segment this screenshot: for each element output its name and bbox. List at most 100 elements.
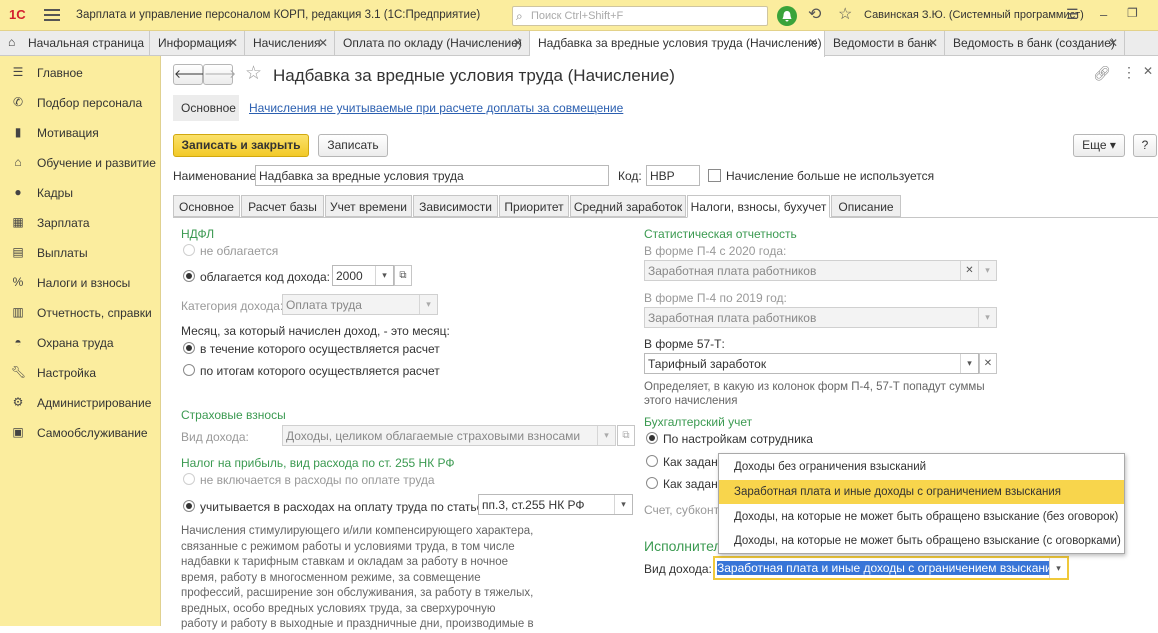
sidebar-item-settings[interactable]: 🔧︎ Настройка (0, 361, 161, 385)
month-opt2-radio[interactable] (183, 364, 195, 376)
sidebar-item-admin[interactable]: ⚙ Администрирование (0, 391, 161, 415)
tab-bank-statements[interactable]: Ведомости в банк ✕ (825, 31, 945, 56)
clear-icon[interactable]: ✕ (979, 353, 997, 374)
notifications-bell-icon[interactable] (777, 6, 797, 26)
maximize-icon[interactable]: ❐ (1127, 6, 1138, 20)
dropdown-arrow-icon[interactable]: ▾ (1049, 558, 1067, 578)
form-tab-time[interactable]: Учет времени (325, 195, 412, 217)
dropdown-arrow-icon[interactable]: ▾ (960, 354, 978, 373)
dropdown-arrow-icon[interactable]: ▾ (375, 266, 393, 285)
history-icon[interactable]: ⟲ (808, 4, 821, 24)
close-icon[interactable]: ✕ (808, 36, 818, 50)
dropdown-arrow-icon[interactable]: ▾ (978, 308, 996, 327)
income-category-field[interactable]: Оплата труда ▾ (282, 294, 438, 315)
sidebar-item-motivation[interactable]: ▮ Мотивация (0, 121, 161, 145)
tab-hazard-allowance[interactable]: Надбавка за вредные условия труда (Начис… (530, 31, 825, 57)
sidebar-item-label: Настройка (37, 366, 97, 380)
p4-2019-label: В форме П-4 по 2019 год: (644, 291, 787, 305)
close-icon[interactable]: ✕ (228, 36, 238, 50)
dropdown-arrow-icon[interactable]: ▾ (614, 495, 632, 514)
sidebar-item-safety[interactable]: ◓ Охрана труда (0, 331, 161, 355)
form-tab-main[interactable]: Основное (173, 195, 240, 217)
favorite-star-icon[interactable]: ☆ (245, 62, 262, 85)
minimize-icon[interactable]: – (1100, 7, 1107, 22)
description-line: вредных, особо вредных условиях труда, з… (181, 602, 496, 615)
subnav-link-accruals-not-considered[interactable]: Начисления не учитываемые при расчете до… (249, 101, 623, 115)
percent-icon: % (12, 275, 24, 289)
sidebar-item-reports[interactable]: ▥ Отчетность, справки (0, 301, 161, 325)
more-button[interactable]: Еще ▾ (1073, 134, 1125, 157)
subnav-main[interactable]: Основное (173, 95, 239, 121)
hamburger-menu-icon[interactable] (44, 6, 60, 24)
sidebar-item-payments[interactable]: ▤ Выплаты (0, 241, 161, 265)
form-tab-average-earnings[interactable]: Средний заработок (570, 195, 686, 217)
accounting-opt2-radio[interactable] (646, 455, 658, 467)
sidebar-item-hr[interactable]: ● Кадры (0, 181, 161, 205)
f57-field[interactable]: Тарифный заработок ▾ (644, 353, 979, 374)
income-code-field[interactable]: 2000 ▾ (332, 265, 394, 286)
help-button[interactable]: ? (1133, 134, 1157, 157)
close-form-icon[interactable]: ✕ (1143, 64, 1153, 78)
favorites-star-icon[interactable]: ☆ (838, 4, 852, 24)
wrench-icon: 🔧︎ (11, 365, 27, 379)
tab-bank-statement-create[interactable]: Ведомость в банк (создание) ✕ (945, 31, 1125, 56)
sidebar-item-education[interactable]: ⌂ Обучение и развитие (0, 151, 161, 175)
tab-home[interactable]: ⌂ Начальная страница (0, 31, 150, 56)
ndfl-not-taxed-label: не облагается (200, 244, 279, 258)
open-icon[interactable]: ⧉ (394, 265, 412, 286)
dropdown-option[interactable]: Доходы, на которые не может быть обращен… (719, 529, 1124, 553)
executive-kind-field[interactable]: Заработная плата и иные доходы с огранич… (713, 556, 1069, 580)
form-tab-base[interactable]: Расчет базы (241, 195, 324, 217)
f57-value: Тарифный заработок (648, 357, 767, 371)
tab-salary-accrual[interactable]: Оплата по окладу (Начисление) ✕ (335, 31, 530, 56)
back-button[interactable]: 🡐 (173, 64, 206, 85)
ndfl-not-taxed-radio[interactable] (183, 244, 195, 256)
sidebar-item-main[interactable]: ☰ Главное (0, 61, 161, 85)
open-icon[interactable]: ⧉ (617, 425, 635, 446)
article-field[interactable]: пп.3, ст.255 НК РФ ▾ (478, 494, 633, 515)
form-tab-priority[interactable]: Приоритет (499, 195, 569, 217)
form-tab-dependencies[interactable]: Зависимости (413, 195, 498, 217)
accounting-opt3-radio[interactable] (646, 477, 658, 489)
dropdown-arrow-icon[interactable]: ▾ (978, 261, 996, 280)
accounting-opt1-radio[interactable] (646, 432, 658, 444)
profit-tax-opt1-radio[interactable] (183, 473, 195, 485)
name-input[interactable]: Надбавка за вредные условия труда (255, 165, 609, 186)
sidebar-item-self-service[interactable]: ▣ Самообслуживание (0, 421, 161, 445)
dropdown-option-selected[interactable]: Заработная плата и иные доходы с огранич… (719, 480, 1124, 504)
link-icon[interactable]: 🔗︎ (1093, 65, 1111, 82)
current-user[interactable]: Савинская З.Ю. (Системный программист) (864, 9, 1084, 21)
code-input[interactable]: НВР (646, 165, 700, 186)
save-and-close-button[interactable]: Записать и закрыть (173, 134, 309, 157)
sidebar-item-salary[interactable]: ▦ Зарплата (0, 211, 161, 235)
profit-tax-opt2-radio[interactable] (183, 500, 195, 512)
sidebar-item-taxes[interactable]: % Налоги и взносы (0, 271, 161, 295)
insurance-kind-field[interactable]: Доходы, целиком облагаемые страховыми вз… (282, 425, 616, 446)
dropdown-arrow-icon[interactable]: ▾ (419, 295, 437, 314)
dropdown-arrow-icon[interactable]: ▾ (597, 426, 615, 445)
p4-2020-field[interactable]: Заработная плата работников ✕ ▾ (644, 260, 997, 281)
global-search-input[interactable]: ⌕ Поиск Ctrl+Shift+F (512, 6, 768, 26)
ndfl-taxed-radio[interactable] (183, 270, 195, 282)
tab-accruals[interactable]: Начисления ✕ (245, 31, 335, 56)
forward-button[interactable]: 🡒 (203, 64, 236, 85)
close-icon[interactable]: ✕ (1108, 36, 1118, 50)
p4-2020-value: Заработная плата работников (648, 264, 817, 278)
close-icon[interactable]: ✕ (928, 36, 938, 50)
unused-checkbox[interactable] (708, 169, 721, 182)
more-vertical-icon[interactable]: ⋮ (1122, 64, 1136, 81)
form-tab-taxes[interactable]: Налоги, взносы, бухучет (687, 195, 830, 218)
form-tab-description[interactable]: Описание (831, 195, 901, 217)
close-icon[interactable]: ✕ (513, 36, 523, 50)
close-icon[interactable]: ✕ (318, 36, 328, 50)
tab-info[interactable]: Информация ✕ (150, 31, 245, 56)
save-button[interactable]: Записать (318, 134, 388, 157)
clear-icon[interactable]: ✕ (960, 261, 978, 280)
dropdown-option[interactable]: Доходы, на которые не может быть обращен… (719, 505, 1124, 529)
month-opt1-radio[interactable] (183, 342, 195, 354)
sidebar-item-recruiting[interactable]: ✆ Подбор персонала (0, 91, 161, 115)
dropdown-option[interactable]: Доходы без ограничения взысканий (719, 455, 1124, 479)
month-opt1-label: в течение которого осуществляется расчет (200, 342, 440, 356)
settings-menu-icon[interactable]: ☰ (1066, 6, 1079, 23)
p4-2019-field[interactable]: Заработная плата работников ▾ (644, 307, 997, 328)
